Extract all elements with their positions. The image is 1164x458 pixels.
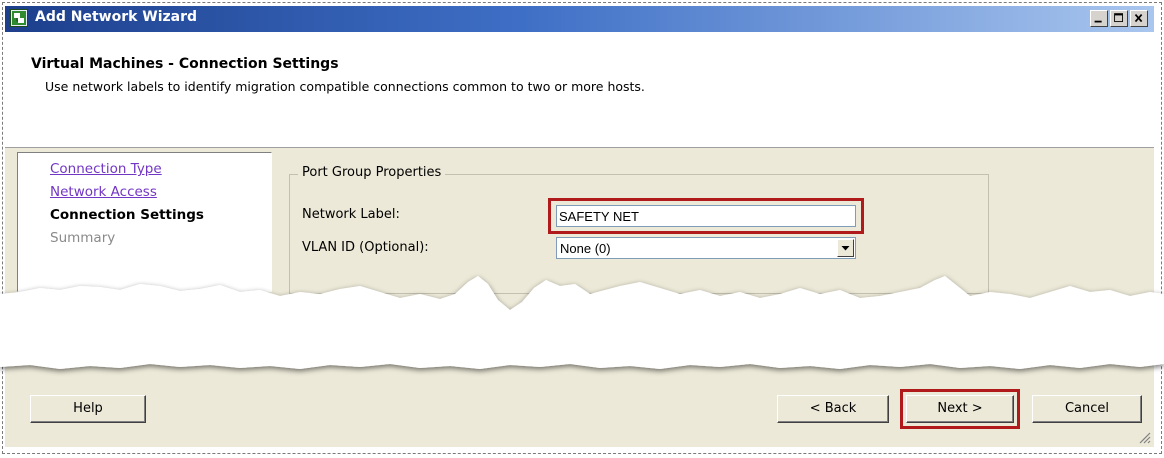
step-connection-settings: Connection Settings: [50, 207, 204, 223]
wizard-header: Virtual Machines - Connection Settings U…: [5, 32, 1154, 147]
close-button[interactable]: [1130, 10, 1148, 27]
maximize-button[interactable]: [1110, 10, 1128, 27]
network-label-caption: Network Label:: [302, 207, 400, 222]
maximize-icon: [1114, 13, 1123, 23]
port-group-legend: Port Group Properties: [298, 165, 446, 180]
window-title: Add Network Wizard: [35, 9, 198, 25]
minimize-icon: [1094, 20, 1102, 23]
back-button[interactable]: < Back: [777, 395, 889, 423]
cancel-button[interactable]: Cancel: [1032, 395, 1142, 423]
vlan-id-select[interactable]: None (0): [556, 237, 856, 259]
next-button[interactable]: Next >: [906, 395, 1014, 423]
network-label-input[interactable]: [556, 205, 856, 227]
step-connection-type[interactable]: Connection Type: [50, 161, 162, 177]
step-summary: Summary: [50, 230, 116, 246]
vlan-id-caption: VLAN ID (Optional):: [302, 240, 429, 255]
content-panel: Port Group Properties Network Label: VLA…: [275, 152, 1000, 294]
window-controls: [1090, 10, 1148, 27]
chevron-down-icon: [841, 246, 850, 251]
help-button[interactable]: Help: [30, 395, 146, 423]
dropdown-button[interactable]: [837, 239, 854, 257]
resize-grip-icon[interactable]: [1137, 430, 1151, 444]
title-bar[interactable]: Add Network Wizard: [5, 6, 1154, 32]
step-network-access[interactable]: Network Access: [50, 184, 157, 200]
network-wizard-icon: [10, 9, 28, 27]
page-title: Virtual Machines - Connection Settings: [31, 56, 339, 72]
wizard-button-bar: Help < Back Next > Cancel: [5, 383, 1154, 447]
minimize-button[interactable]: [1090, 10, 1108, 27]
page-subtitle: Use network labels to identify migration…: [45, 79, 645, 94]
close-icon: [1134, 13, 1143, 23]
torn-paper-divider: [0, 276, 1164, 369]
vlan-id-value: None (0): [560, 241, 611, 256]
wizard-steps-panel: Connection Type Network Access Connectio…: [17, 152, 272, 292]
